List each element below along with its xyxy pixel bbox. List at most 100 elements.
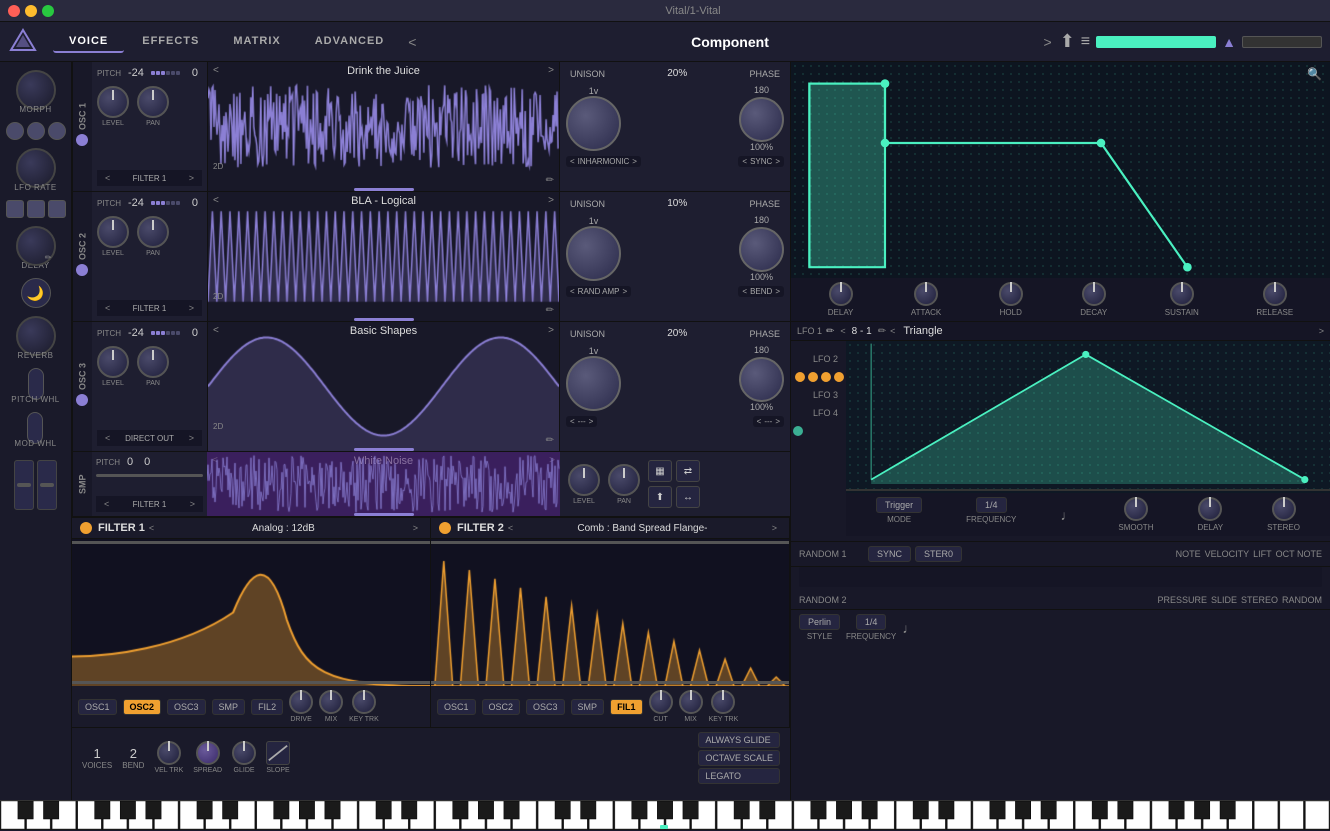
smp-pan-knob[interactable] (608, 464, 640, 496)
filter2-top-slider[interactable] (431, 541, 789, 544)
lfo4-label[interactable]: LFO 4 (791, 408, 846, 418)
osc3-pitch-val[interactable]: -24 (128, 327, 144, 339)
filter2-fil1-btn[interactable]: FIL1 (610, 699, 643, 715)
next-preset-arrow[interactable]: > (1044, 34, 1052, 50)
osc1-pan-knob[interactable] (137, 86, 169, 118)
filter1-top-slider[interactable] (72, 541, 430, 544)
tab-voice[interactable]: VOICE (53, 31, 124, 53)
osc2-filter-next[interactable]: > (186, 302, 197, 314)
lfo-peak-point[interactable] (1082, 351, 1089, 358)
osc1-pitch-val[interactable]: -24 (128, 67, 144, 79)
filter2-osc3-btn[interactable]: OSC3 (526, 699, 565, 715)
volume-bar[interactable] (1096, 36, 1216, 48)
tab-matrix[interactable]: MATRIX (217, 31, 296, 53)
env-hold-knob[interactable] (999, 282, 1023, 306)
filter2-bottom-slider[interactable] (431, 681, 789, 684)
lfo2-label[interactable]: LFO 2 (791, 354, 846, 364)
smp-waveform-display[interactable]: < White Noise > (207, 452, 560, 516)
sidebar-icon-2[interactable] (27, 122, 45, 140)
smp-filter-next[interactable]: > (187, 498, 198, 510)
random2-style-val[interactable]: Perlin (799, 614, 840, 630)
random1-stereo-btn[interactable]: STER0 (915, 546, 962, 562)
env-sustain-knob[interactable] (1170, 282, 1194, 306)
lfo1-label[interactable]: LFO 1 (797, 326, 822, 336)
filter2-mix-knob[interactable] (679, 690, 703, 714)
reverb-knob[interactable] (16, 316, 56, 356)
sidebar-icon-5[interactable] (27, 200, 45, 218)
piano-keys[interactable] (0, 800, 1330, 830)
osc1-phase-knob[interactable] (739, 97, 784, 142)
osc1-pitch-display[interactable]: 0 (192, 67, 198, 79)
smp-waveform-icon[interactable]: ▦ (648, 460, 672, 482)
spread-knob[interactable] (196, 741, 220, 765)
osc1-unison-val[interactable]: 20% (667, 68, 687, 79)
lfo-shape-next[interactable]: > (1319, 326, 1324, 336)
slider-2[interactable] (37, 460, 57, 510)
lfo-display-area[interactable] (846, 341, 1330, 493)
osc2-sync-nav[interactable]: < BEND > (738, 286, 784, 297)
env-search-icon[interactable]: 🔍 (1307, 67, 1322, 81)
lfo-delay-knob[interactable] (1198, 497, 1222, 521)
osc2-mod-nav[interactable]: < RAND AMP > (566, 286, 631, 297)
osc3-level-knob[interactable] (97, 346, 129, 378)
octave-scale-btn[interactable]: OCTAVE SCALE (698, 750, 780, 766)
osc3-unison-val[interactable]: 20% (667, 328, 687, 339)
save-icon[interactable]: ⬆ (1060, 31, 1075, 52)
env-attack-knob[interactable] (914, 282, 938, 306)
sidebar-icon-4[interactable] (6, 200, 24, 218)
smp-loop-icon[interactable]: ↔ (676, 486, 700, 508)
output-bar[interactable] (1242, 36, 1322, 48)
osc1-level-knob[interactable] (97, 86, 129, 118)
osc2-pan-knob[interactable] (137, 216, 169, 248)
filter1-osc3-btn[interactable]: OSC3 (167, 699, 206, 715)
env-decay-knob[interactable] (1082, 282, 1106, 306)
filter2-keytrk-knob[interactable] (711, 690, 735, 714)
smp-position-bar[interactable] (354, 513, 414, 516)
osc3-enable-dot[interactable] (77, 394, 89, 406)
filter1-mix-knob[interactable] (319, 690, 343, 714)
lfo-bottom-slider[interactable] (846, 489, 1330, 491)
osc1-waveform-display[interactable]: < Drink the Juice > 2D ✏ (207, 62, 560, 191)
osc3-filter-next[interactable]: > (186, 432, 197, 444)
filter2-next[interactable]: > (772, 523, 777, 533)
osc3-edit-icon[interactable]: ✏ (546, 435, 554, 446)
osc3-waveform-display[interactable]: < Basic Shapes > 2D ✏ (207, 322, 560, 451)
lfo-mode-val[interactable]: Trigger (876, 497, 922, 513)
osc2-position-bar[interactable] (354, 318, 414, 321)
maximize-button[interactable] (42, 5, 54, 17)
sidebar-icon-6[interactable] (48, 200, 66, 218)
filter1-osc2-btn[interactable]: OSC2 (123, 699, 162, 715)
smp-load-icon[interactable]: ⬆ (648, 486, 672, 508)
lfo-rate-display[interactable]: 8 - 1 (852, 326, 872, 337)
minimize-button[interactable] (25, 5, 37, 17)
smp-level-knob[interactable] (568, 464, 600, 496)
osc2-enable-dot[interactable] (77, 264, 89, 276)
tab-advanced[interactable]: ADVANCED (299, 31, 401, 53)
close-button[interactable] (8, 5, 20, 17)
filter1-smp-btn[interactable]: SMP (212, 699, 246, 715)
menu-icon[interactable]: ≡ (1081, 33, 1090, 51)
prev-preset-arrow[interactable]: < (408, 34, 416, 50)
random2-freq-val[interactable]: 1/4 (856, 614, 887, 630)
osc1-edit-icon[interactable]: ✏ (546, 175, 554, 186)
osc2-phase-knob[interactable] (739, 227, 784, 272)
osc3-mod-nav[interactable]: < --- > (566, 416, 597, 427)
morph-knob[interactable] (16, 70, 56, 110)
lfo-freq-val[interactable]: 1/4 (976, 497, 1007, 513)
filter2-cut-knob[interactable] (649, 690, 673, 714)
osc1-filter-next[interactable]: > (186, 172, 197, 184)
smp-filter-prev[interactable]: < (101, 498, 112, 510)
lfo-shape-prev[interactable]: < (890, 326, 895, 336)
osc2-pitch-val[interactable]: -24 (128, 197, 144, 209)
lfo-rate-prev[interactable]: < (840, 326, 845, 336)
filter1-dot[interactable] (80, 522, 92, 534)
smp-pitch-slider[interactable] (96, 474, 203, 477)
filter2-prev[interactable]: < (508, 523, 513, 533)
filter1-osc1-btn[interactable]: OSC1 (78, 699, 117, 715)
lfo-pencil2-icon[interactable]: ✏ (878, 326, 886, 337)
lfo-rate-knob[interactable] (16, 148, 56, 188)
lfo-stereo-knob[interactable] (1272, 497, 1296, 521)
slider-1[interactable] (14, 460, 34, 510)
filter2-osc2-btn[interactable]: OSC2 (482, 699, 521, 715)
osc1-mod-nav[interactable]: < INHARMONIC > (566, 156, 641, 167)
